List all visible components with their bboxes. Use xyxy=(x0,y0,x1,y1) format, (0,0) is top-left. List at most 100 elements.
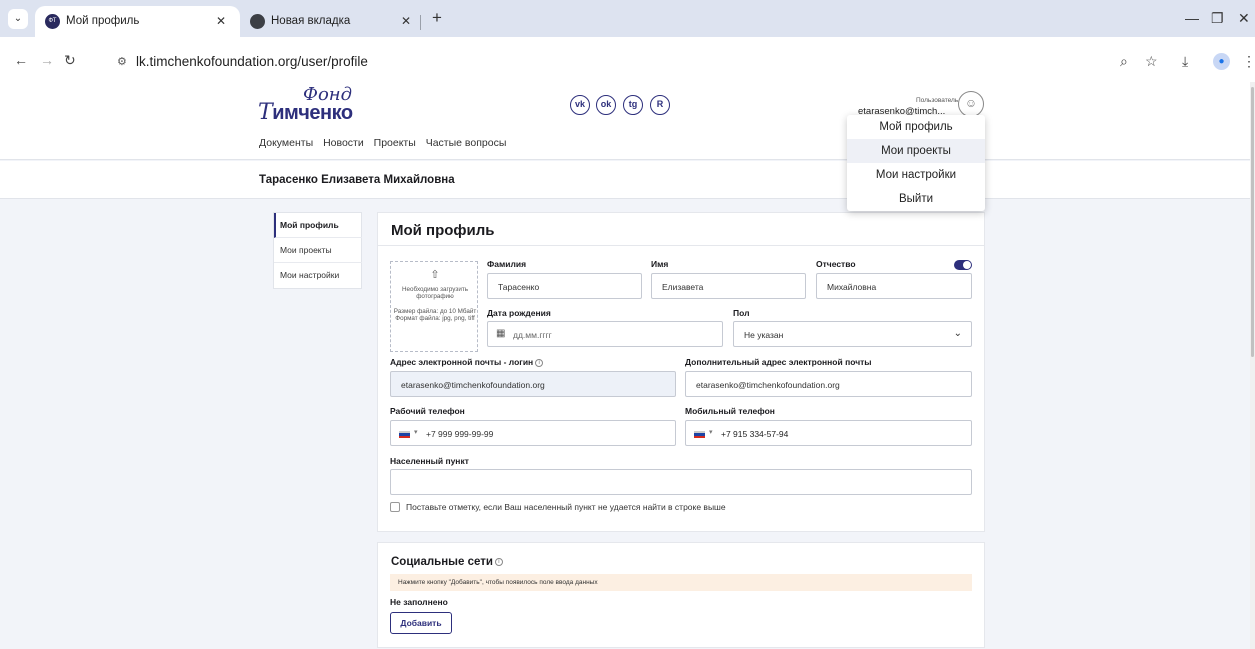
email-field: etarasenko@timchenkofoundation.org xyxy=(390,371,676,397)
info-icon[interactable]: i xyxy=(535,358,544,367)
city-field[interactable] xyxy=(390,469,972,495)
nav-faq[interactable]: Частые вопросы xyxy=(426,137,507,149)
social-hint: Нажмите кнопку "Добавить", чтобы появило… xyxy=(390,574,972,591)
window-close-icon[interactable]: ✕ xyxy=(1238,10,1250,27)
tab-title: Мой профиль xyxy=(66,15,140,27)
work-phone-value: +7 999 999-99-99 xyxy=(426,429,494,439)
user-menu-my-profile[interactable]: Мой профиль xyxy=(847,115,985,139)
work-phone-label: Рабочий телефон xyxy=(390,406,465,416)
country-caret-icon[interactable]: ▾ xyxy=(709,428,713,436)
logo-initial: Т xyxy=(258,100,273,125)
odnoklassniki-icon[interactable]: ok xyxy=(596,95,616,115)
first-name-field[interactable]: Елизавета xyxy=(651,273,806,299)
mobile-phone-label: Мобильный телефон xyxy=(685,406,775,416)
user-full-name: Тарасенко Елизавета Михайловна xyxy=(259,174,455,186)
globe-icon xyxy=(250,14,265,29)
user-menu-dropdown: Мой профиль Мои проекты Мои настройки Вы… xyxy=(847,115,985,211)
url-field[interactable]: lk.timchenkofoundation.org/user/profile xyxy=(136,54,368,69)
vk-icon[interactable]: vk xyxy=(570,95,590,115)
user-menu-my-projects[interactable]: Мои проекты xyxy=(847,139,985,163)
chevron-down-icon: ⌄ xyxy=(953,328,962,339)
site-nav: Документы Новости Проекты Частые вопросы xyxy=(259,137,513,149)
russia-flag-icon[interactable] xyxy=(399,431,410,438)
reload-icon[interactable]: ↻ xyxy=(64,52,76,69)
city-not-found-label: Поставьте отметку, если Ваш населенный п… xyxy=(406,502,726,512)
fond-logo-icon: ФТ xyxy=(45,14,60,29)
extra-email-value: etarasenko@timchenkofoundation.org xyxy=(696,380,840,390)
user-role: Пользователь xyxy=(916,97,959,104)
download-icon[interactable]: ⤓ xyxy=(1182,53,1188,70)
site-logo[interactable]: Тимченко xyxy=(258,100,353,125)
nav-news[interactable]: Новости xyxy=(323,137,364,149)
work-phone-field[interactable]: ▾ +7 999 999-99-99 xyxy=(390,420,676,446)
telegram-icon[interactable]: tg xyxy=(623,95,643,115)
social-title: Социальные сети i xyxy=(391,556,503,568)
nav-documents[interactable]: Документы xyxy=(259,137,313,149)
tab-close-icon[interactable]: ✕ xyxy=(216,6,226,37)
new-tab-icon[interactable]: + xyxy=(432,8,442,28)
browser-tabstrip: ⌄ ФТ Мой профиль ✕ Новая вкладка ✕ + — ❐… xyxy=(0,0,1255,37)
mobile-phone-field[interactable]: ▾ +7 915 334-57-94 xyxy=(685,420,972,446)
birth-date-label: Дата рождения xyxy=(487,308,551,318)
user-avatar-icon[interactable]: ☺ xyxy=(958,91,984,117)
forward-icon[interactable]: → xyxy=(40,52,54,68)
minimize-icon[interactable]: — xyxy=(1185,10,1199,26)
side-item-my-projects[interactable]: Мои проекты xyxy=(274,238,362,263)
birth-date-field[interactable]: ▦ дд.мм.гггг xyxy=(487,321,723,347)
profile-title: Мой профиль xyxy=(391,222,495,239)
first-name-label: Имя xyxy=(651,259,669,269)
extra-email-field[interactable]: etarasenko@timchenkofoundation.org xyxy=(685,371,972,397)
browser-menu-icon[interactable]: ⋮ xyxy=(1242,53,1255,70)
site-header: Фонд Тимченко Документы Новости Проекты … xyxy=(0,82,1250,160)
tab-new-tab[interactable]: Новая вкладка ✕ xyxy=(240,6,425,37)
patronymic-value: Михайловна xyxy=(827,282,877,292)
logo-main-text: имченко xyxy=(272,102,353,124)
last-name-label: Фамилия xyxy=(487,259,527,269)
patronymic-label: Отчество xyxy=(816,259,856,269)
zoom-icon[interactable]: ⌕ xyxy=(1120,53,1128,70)
back-icon[interactable]: ← xyxy=(14,52,28,68)
tab-my-profile[interactable]: ФТ Мой профиль ✕ xyxy=(35,6,240,37)
last-name-field[interactable]: Тарасенко xyxy=(487,273,642,299)
country-caret-icon[interactable]: ▾ xyxy=(414,428,418,436)
scrollbar-thumb[interactable] xyxy=(1251,87,1254,357)
tab-close-icon[interactable]: ✕ xyxy=(401,6,411,37)
photo-upload[interactable]: ⇧ Необходимо загрузить фотографию Размер… xyxy=(390,261,478,352)
gender-label: Пол xyxy=(733,308,750,318)
info-icon[interactable]: i xyxy=(494,557,503,566)
extra-email-label: Дополнительный адрес электронной почты xyxy=(685,357,872,367)
mobile-phone-value: +7 915 334-57-94 xyxy=(721,429,789,439)
patronymic-field[interactable]: Михайловна xyxy=(816,273,972,299)
patronymic-toggle[interactable] xyxy=(954,260,972,270)
tab-separator xyxy=(420,15,421,30)
rutube-icon[interactable]: R xyxy=(650,95,670,115)
last-name-value: Тарасенко xyxy=(498,282,540,292)
city-not-found-checkbox[interactable] xyxy=(390,502,400,512)
tab-title: Новая вкладка xyxy=(271,15,351,27)
social-title-text: Социальные сети xyxy=(391,556,493,568)
site-info-icon[interactable]: ⚙ xyxy=(117,55,127,68)
first-name-value: Елизавета xyxy=(662,282,704,292)
nav-projects[interactable]: Проекты xyxy=(374,137,416,149)
upload-hint: Необходимо загрузить фотографию xyxy=(402,286,468,300)
tab-search-icon[interactable]: ⌄ xyxy=(8,9,28,29)
browser-profile-icon[interactable]: ● xyxy=(1213,53,1230,70)
name-bar: Тарасенко Елизавета Михайловна xyxy=(0,161,1250,199)
add-social-button[interactable]: Добавить xyxy=(390,612,452,634)
page: Фонд Тимченко Документы Новости Проекты … xyxy=(0,82,1255,649)
user-menu-my-settings[interactable]: Мои настройки xyxy=(847,163,985,187)
side-menu: Мой профиль Мои проекты Мои настройки xyxy=(273,212,362,289)
bookmark-star-icon[interactable]: ☆ xyxy=(1145,53,1158,70)
email-value: etarasenko@timchenkofoundation.org xyxy=(401,380,545,390)
calendar-icon[interactable]: ▦ xyxy=(496,328,505,339)
gender-select[interactable]: Не указан ⌄ xyxy=(733,321,972,347)
user-menu-logout[interactable]: Выйти xyxy=(847,187,985,211)
birth-date-placeholder: дд.мм.гггг xyxy=(513,330,552,340)
email-label-text: Адрес электронной почты - логин xyxy=(390,357,534,367)
russia-flag-icon[interactable] xyxy=(694,431,705,438)
side-item-my-settings[interactable]: Мои настройки xyxy=(274,263,362,288)
gender-value: Не указан xyxy=(744,330,784,340)
side-item-my-profile[interactable]: Мой профиль xyxy=(274,213,362,238)
email-label: Адрес электронной почты - логин i xyxy=(390,357,544,367)
restore-icon[interactable]: ❐ xyxy=(1211,10,1224,27)
